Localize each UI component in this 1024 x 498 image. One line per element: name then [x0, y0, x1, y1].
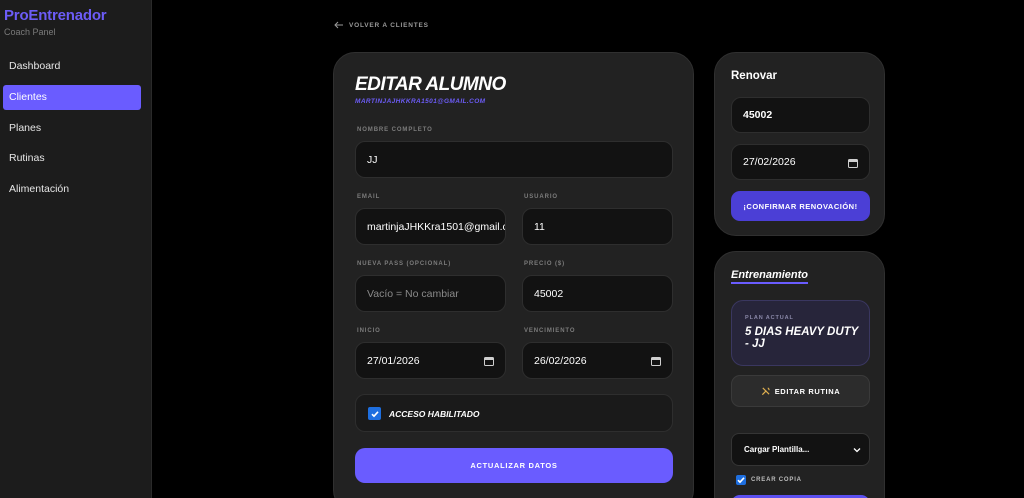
- sidebar: ProEntrenador Coach Panel Dashboard Clie…: [0, 0, 152, 498]
- calendar-icon[interactable]: [848, 158, 858, 168]
- email-input[interactable]: martinjaJHKKra1501@gmail.com: [355, 208, 506, 245]
- user-label: USUARIO: [524, 194, 558, 200]
- confirm-renewal-button[interactable]: ¡CONFIRMAR RENOVACIÓN!: [731, 191, 870, 221]
- access-checkbox[interactable]: [368, 407, 381, 420]
- training-title: Entrenamiento: [731, 270, 809, 284]
- update-data-button[interactable]: ACTUALIZAR DATOS: [355, 448, 673, 483]
- price-label: PRECIO ($): [524, 261, 566, 267]
- calendar-icon[interactable]: [484, 356, 494, 366]
- end-date-value: 26/02/2026: [534, 354, 587, 367]
- start-date-label: INICIO: [357, 328, 381, 334]
- arrow-left-icon: [334, 21, 343, 29]
- page-title: EDITAR ALUMNO: [355, 74, 506, 95]
- access-toggle-row[interactable]: ACCESO HABILITADO: [355, 394, 673, 432]
- training-card: Entrenamiento PLAN ACTUAL 5 DIAS HEAVY D…: [714, 251, 885, 498]
- password-input[interactable]: Vacío = No cambiar: [355, 275, 506, 312]
- sidebar-item-alimentacion[interactable]: Alimentación: [3, 177, 141, 202]
- renew-card: Renovar 45002 27/02/2026 ¡CONFIRMAR RENO…: [714, 52, 885, 236]
- current-plan-label: PLAN ACTUAL: [745, 315, 794, 321]
- sidebar-item-planes[interactable]: Planes: [3, 116, 141, 141]
- brand-subtitle: Coach Panel: [4, 27, 56, 37]
- edit-routine-button[interactable]: EDITAR RUTINA: [731, 375, 870, 407]
- create-copy-label: CREAR COPIA: [751, 477, 802, 483]
- app-root: ProEntrenador Coach Panel Dashboard Clie…: [0, 0, 1024, 498]
- name-input[interactable]: JJ: [355, 141, 673, 178]
- sidebar-item-clientes[interactable]: Clientes: [3, 84, 141, 110]
- sidebar-item-rutinas[interactable]: Rutinas: [3, 146, 141, 171]
- start-date-input[interactable]: 27/01/2026: [355, 342, 506, 379]
- template-select-value: Cargar Plantilla...: [744, 445, 810, 454]
- end-date-input[interactable]: 26/02/2026: [522, 342, 673, 379]
- edit-student-card: EDITAR ALUMNO MARTINJAJHKKRA1501@GMAIL.C…: [333, 52, 694, 498]
- student-email-subtitle: MARTINJAJHKKRA1501@GMAIL.COM: [355, 98, 486, 105]
- email-label: EMAIL: [357, 194, 381, 200]
- name-label: NOMBRE COMPLETO: [357, 127, 433, 133]
- create-copy-checkbox[interactable]: [736, 475, 746, 485]
- tools-icon: [761, 386, 770, 395]
- start-date-value: 27/01/2026: [367, 354, 420, 367]
- back-link-label: VOLVER A CLIENTES: [349, 21, 429, 29]
- end-date-label: VENCIMIENTO: [524, 328, 576, 334]
- chevron-down-icon: [853, 448, 861, 453]
- user-input[interactable]: 11: [522, 208, 673, 245]
- renew-date-value: 27/02/2026: [743, 156, 796, 168]
- checkmark-icon: [737, 477, 745, 484]
- current-plan-box: PLAN ACTUAL 5 DIAS HEAVY DUTY - JJ: [731, 300, 870, 366]
- password-label: NUEVA PASS (OPCIONAL): [357, 261, 452, 267]
- back-to-clients-link[interactable]: VOLVER A CLIENTES: [334, 21, 429, 29]
- template-select[interactable]: Cargar Plantilla...: [731, 433, 870, 466]
- current-plan-name: 5 DIAS HEAVY DUTY - JJ: [745, 326, 859, 350]
- sidebar-nav: Dashboard Clientes Planes Rutinas Alimen…: [0, 54, 152, 208]
- edit-routine-label: EDITAR RUTINA: [774, 386, 841, 396]
- access-label: ACCESO HABILITADO: [389, 409, 480, 419]
- sidebar-item-dashboard[interactable]: Dashboard: [3, 54, 141, 79]
- price-input[interactable]: 45002: [522, 275, 673, 312]
- renew-title: Renovar: [731, 70, 778, 82]
- calendar-icon[interactable]: [651, 356, 661, 366]
- renew-amount-input[interactable]: 45002: [731, 97, 870, 133]
- brand-title: ProEntrenador: [4, 7, 107, 24]
- renew-date-input[interactable]: 27/02/2026: [731, 144, 870, 180]
- checkmark-icon: [370, 410, 379, 417]
